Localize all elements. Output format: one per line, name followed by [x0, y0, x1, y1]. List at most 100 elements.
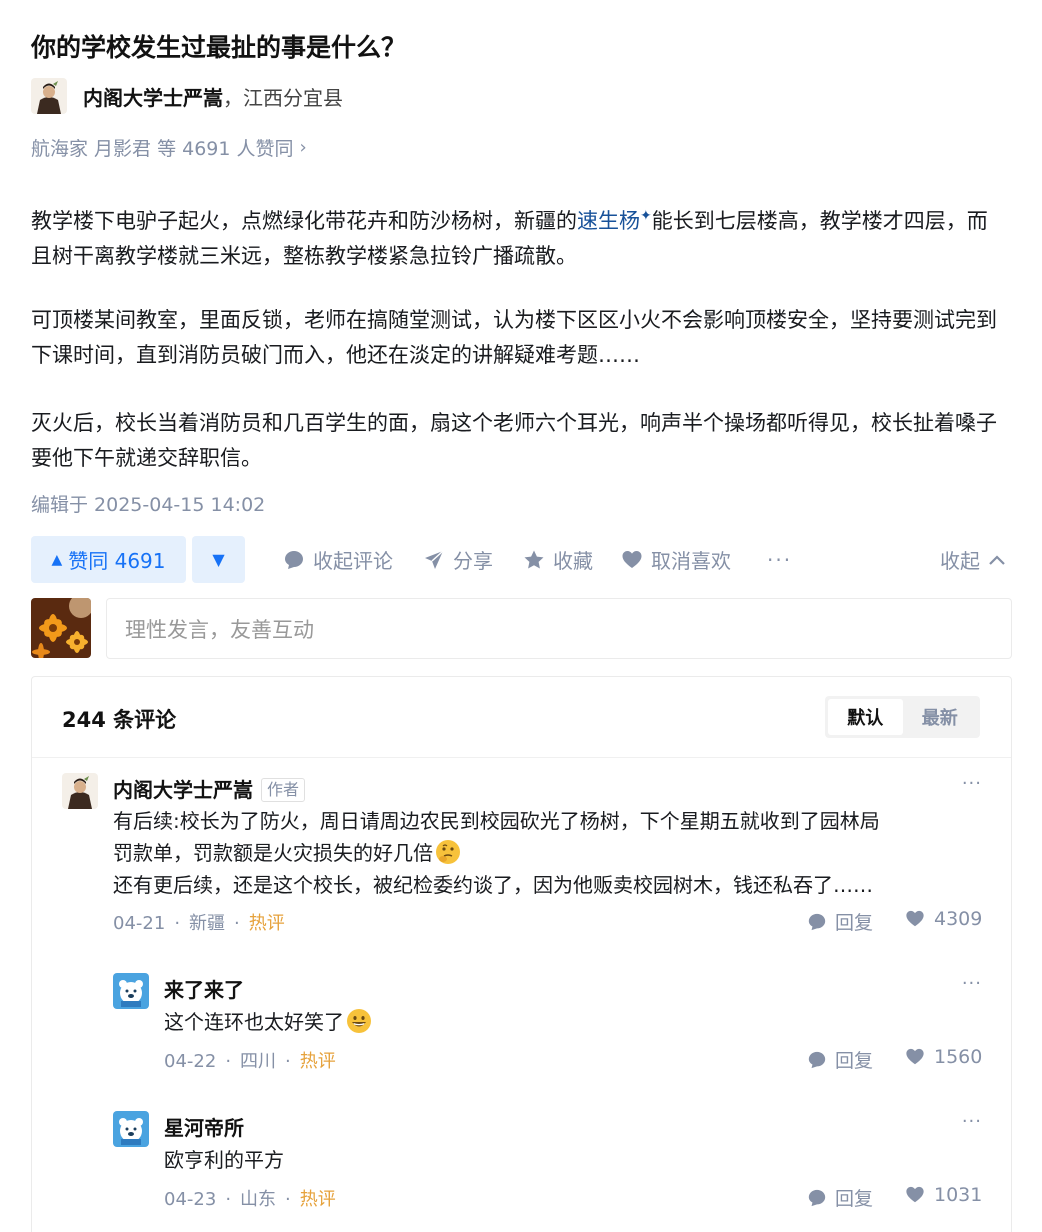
favorite-button[interactable]: 收藏: [523, 545, 593, 574]
answer-action-bar: ▲ 赞同 4691 ▼ 收起评论 分享 收藏 取消喜欢 ··· 收起: [31, 536, 1006, 583]
commenter-name-text: 内阁大学士严嵩: [113, 778, 253, 802]
answer-paragraph-3: 灭火后，校长当着消防员和几百学生的面，扇这个老师六个耳光，响声半个操场都听得见，…: [31, 411, 997, 470]
comments-count: 244 条评论: [62, 708, 177, 732]
comment-meta: 04-23 · 山东 · 热评: [164, 1189, 336, 1210]
edited-timestamp: 编辑于 2025-04-15 14:02: [31, 494, 266, 516]
like-count: 4309: [934, 908, 983, 930]
comment-bubble-icon: [808, 913, 826, 930]
reply-button[interactable]: 回复: [807, 908, 873, 935]
comment-region: 山东: [240, 1189, 277, 1210]
reply-label: 回复: [835, 912, 874, 934]
comment-region: 新疆: [189, 913, 226, 934]
comment-sort-switch: 默认 最新: [825, 696, 980, 738]
author-avatar[interactable]: [62, 773, 98, 809]
like-count: 1560: [934, 1046, 983, 1068]
hot-comment-tag: 热评: [299, 1051, 336, 1072]
comment-line: 罚款单，罚款额是火灾损失的好几倍: [113, 837, 993, 869]
comment-item: 内阁大学士严嵩 作者 ··· 有后续:校长为了防火，周日请周边农民到校园砍光了杨树…: [62, 773, 982, 943]
heart-icon: [622, 550, 642, 568]
comment-meta: 04-21 · 新疆 · 热评: [113, 913, 285, 934]
bear-avatar[interactable]: [113, 973, 149, 1009]
comment-line-text: 罚款单，罚款额是火灾损失的好几倍: [113, 841, 433, 865]
heart-icon: [906, 1048, 924, 1065]
answer-paragraph-2: 可顶楼某间教室，里面反锁，老师在搞随堂测试，认为楼下区区小火不会影响顶楼安全，坚…: [31, 308, 997, 367]
comment-date: 04-21: [113, 913, 166, 934]
triangle-down-icon: ▼: [212, 550, 225, 569]
author-badge: 作者: [261, 778, 306, 802]
answer-author: 内阁大学士严嵩 ，江西分宜县: [31, 76, 343, 116]
chevron-up-icon: [989, 554, 1005, 565]
comments-panel: 244 条评论 默认 最新 内阁大学士严嵩 作者 ··· 有后续:校长为了防火，周…: [31, 676, 1012, 1232]
commenter-name[interactable]: 来了来了: [164, 974, 244, 1003]
share-label: 分享: [453, 549, 493, 573]
comment-bubble-icon: [285, 550, 303, 569]
comment-date: 04-22: [164, 1051, 217, 1072]
comments-header: 244 条评论 默认 最新: [32, 677, 1011, 758]
like-label: 取消喜欢: [651, 549, 731, 573]
sort-latest-tab[interactable]: 最新: [903, 699, 978, 735]
comment-meta: 04-22 · 四川 · 热评: [164, 1051, 336, 1072]
comment-like-button[interactable]: 1031: [904, 1184, 982, 1206]
comment-more-button[interactable]: ···: [962, 973, 982, 994]
commenter-name[interactable]: 内阁大学士严嵩 作者: [113, 774, 306, 803]
comment-item: 星河帝所 ··· 欧亨利的平方 04-23 · 山东 · 热评 回复 1031: [113, 1111, 982, 1221]
answer-paragraph-1: 教学楼下电驴子起火，点燃绿化带花卉和防沙杨树，新疆的速生杨✦能长到七层楼高，教学…: [31, 199, 1006, 274]
collapse-comments-button[interactable]: 收起评论: [283, 545, 393, 574]
author-location: ，江西分宜县: [223, 85, 343, 110]
reply-button[interactable]: 回复: [807, 1046, 873, 1073]
favorite-label: 收藏: [553, 549, 593, 573]
comment-input[interactable]: 理性发言，友善互动: [106, 598, 1012, 659]
comment-like-button[interactable]: 1560: [904, 1046, 982, 1068]
paragraph-text: 教学楼下电驴子起火，点燃绿化带花卉和防沙杨树，新疆的: [31, 209, 577, 233]
sort-default-tab[interactable]: 默认: [828, 699, 903, 735]
more-actions-button[interactable]: ···: [767, 548, 792, 572]
voters-text: 航海家 月影君 等 4691 人赞同: [31, 138, 294, 160]
hot-comment-tag: 热评: [248, 913, 285, 934]
vote-up-label: 赞同 4691: [68, 549, 166, 573]
commenter-name[interactable]: 星河帝所: [164, 1112, 244, 1141]
comment-text: 这个连环也太好笑了: [164, 1006, 964, 1038]
heart-icon: [906, 910, 924, 927]
like-count: 1031: [934, 1184, 983, 1206]
comment-text: 有后续:校长为了防火，周日请周边农民到校园砍光了杨树，下个星期五就收到了园林局 …: [113, 805, 993, 901]
chevron-right-icon: ›: [299, 137, 307, 158]
author-avatar[interactable]: [31, 78, 67, 114]
comment-more-button[interactable]: ···: [962, 1111, 982, 1132]
comment-label: 收起评论: [313, 549, 393, 573]
comment-date: 04-23: [164, 1189, 217, 1210]
grin-emoji: [347, 1009, 371, 1033]
reply-label: 回复: [835, 1188, 874, 1210]
unlike-button[interactable]: 取消喜欢: [621, 545, 731, 574]
author-name[interactable]: 内阁大学士严嵩: [83, 82, 223, 111]
reply-button[interactable]: 回复: [807, 1184, 873, 1211]
voters-summary[interactable]: 航海家 月影君 等 4691 人赞同 ›: [31, 134, 307, 161]
star-icon: [524, 550, 544, 568]
comment-line: 还有更后续，还是这个校长，被纪检委约谈了，因为他贩卖校园树木，钱还私吞了……: [113, 873, 873, 897]
comment-text-content: 这个连环也太好笑了: [164, 1010, 344, 1034]
comment-item: 来了来了 ··· 这个连环也太好笑了 04-22 · 四川 · 热评 回复 1560: [113, 973, 982, 1083]
comment-more-button[interactable]: ···: [962, 773, 982, 794]
comment-text: 欧亨利的平方: [164, 1148, 284, 1172]
comment-like-button[interactable]: 4309: [904, 908, 982, 930]
comment-line: 有后续:校长为了防火，周日请周边农民到校园砍光了杨树，下个星期五就收到了园林局: [113, 809, 880, 833]
keyword-link[interactable]: 速生杨: [577, 209, 640, 233]
comment-placeholder: 理性发言，友善互动: [125, 617, 314, 642]
sparkle-icon: ✦: [640, 208, 652, 224]
comment-bubble-icon: [808, 1051, 826, 1068]
share-button[interactable]: 分享: [423, 545, 493, 574]
hot-comment-tag: 热评: [299, 1189, 336, 1210]
bear-avatar[interactable]: [113, 1111, 149, 1147]
triangle-up-icon: ▲: [51, 551, 63, 568]
paper-plane-icon: [425, 549, 444, 569]
vote-down-button[interactable]: ▼: [192, 536, 245, 583]
collapse-answer-button[interactable]: 收起: [940, 536, 1006, 583]
vote-up-button[interactable]: ▲ 赞同 4691: [31, 536, 186, 583]
thinking-emoji: [436, 840, 460, 864]
comment-region: 四川: [240, 1051, 277, 1072]
collapse-label: 收起: [940, 549, 980, 573]
comment-bubble-icon: [808, 1189, 826, 1206]
question-title[interactable]: 你的学校发生过最扯的事是什么？: [31, 28, 406, 64]
heart-icon: [906, 1186, 924, 1203]
my-avatar: [31, 598, 91, 658]
reply-label: 回复: [835, 1050, 874, 1072]
